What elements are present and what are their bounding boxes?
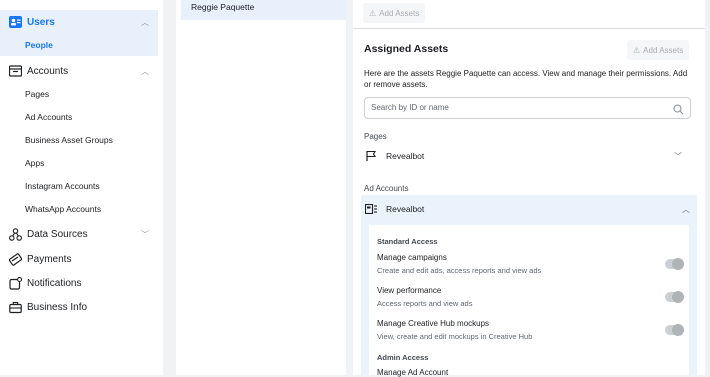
sidebar-item-whatsapp-accounts[interactable]: WhatsApp Accounts bbox=[25, 204, 101, 214]
permission-title: Manage Ad Account bbox=[377, 368, 449, 377]
admin-access-heading: Admin Access bbox=[377, 353, 429, 362]
chevron-down-icon[interactable]: ﹀ bbox=[674, 151, 682, 162]
data-sources-icon bbox=[8, 227, 22, 241]
list-item-selected[interactable]: Reggie Paquette bbox=[181, 0, 346, 20]
permission-desc: Access reports and view ads bbox=[377, 299, 473, 308]
ad-account-expanded: Revealbot ︿ Standard Access Manage campa… bbox=[361, 195, 697, 377]
sidebar-item-payments-label: Payments bbox=[27, 253, 72, 265]
add-assets-button[interactable]: ⚠ Add Assets bbox=[627, 40, 690, 60]
add-assets-top-button[interactable]: ⚠ Add Assets bbox=[363, 3, 426, 23]
warning-icon: ⚠ bbox=[369, 8, 377, 18]
search-icon bbox=[673, 102, 684, 120]
sidebar-item-notifications[interactable]: Notifications bbox=[8, 276, 81, 290]
ad-account-name: Revealbot bbox=[386, 204, 425, 214]
sidebar-item-apps[interactable]: Apps bbox=[25, 158, 44, 168]
search-input[interactable]: Search by ID or name bbox=[364, 97, 691, 119]
sidebar-item-users-label: Users bbox=[27, 16, 55, 28]
sidebar-item-instagram-accounts[interactable]: Instagram Accounts bbox=[25, 181, 100, 191]
detail-topbar: ⚠ Add Assets bbox=[353, 0, 705, 29]
sidebar-item-notifications-label: Notifications bbox=[27, 277, 82, 289]
ad-account-icon bbox=[364, 202, 378, 216]
sidebar-item-accounts-label: Accounts bbox=[27, 65, 69, 77]
add-assets-label: Add Assets bbox=[643, 45, 684, 55]
permission-title: Manage campaigns bbox=[377, 253, 447, 262]
assigned-assets-description: Here are the assets Reggie Paquette can … bbox=[364, 69, 688, 89]
chevron-down-icon[interactable]: ﹀ bbox=[141, 229, 149, 240]
add-assets-top-label: Add Assets bbox=[379, 8, 420, 18]
ad-account-row[interactable]: Revealbot ︿ bbox=[364, 200, 694, 218]
permission-title: View performance bbox=[377, 286, 442, 295]
chevron-up-icon[interactable]: ︿ bbox=[141, 17, 149, 28]
sidebar-item-pages[interactable]: Pages bbox=[25, 89, 49, 99]
people-list: Reggie Paquette bbox=[176, 0, 346, 375]
creative-hub-toggle[interactable] bbox=[665, 324, 684, 336]
payments-icon bbox=[8, 252, 22, 266]
assigned-assets-title: Assigned Assets bbox=[364, 43, 449, 55]
permission-desc: Create and edit ads, access reports and … bbox=[377, 266, 542, 275]
sidebar-item-people[interactable]: People bbox=[25, 40, 53, 50]
sidebar-item-business-asset-groups[interactable]: Business Asset Groups bbox=[25, 135, 113, 145]
search-placeholder: Search by ID or name bbox=[371, 103, 449, 112]
notifications-icon bbox=[8, 276, 22, 290]
permission-title: Manage Creative Hub mockups bbox=[377, 319, 490, 328]
sidebar-item-accounts[interactable]: Accounts bbox=[8, 64, 68, 78]
sidebar: Users ︿ People Accounts ︿ Pages Ad Accou… bbox=[0, 0, 163, 375]
sidebar-item-people-bg bbox=[0, 34, 158, 56]
sidebar-item-data-sources[interactable]: Data Sources bbox=[8, 227, 88, 241]
briefcase-icon bbox=[8, 300, 22, 314]
chevron-up-icon[interactable]: ︿ bbox=[682, 204, 690, 215]
sidebar-item-business-info-label: Business Info bbox=[27, 301, 88, 313]
person-name: Reggie Paquette bbox=[191, 2, 255, 12]
toggle-knob bbox=[672, 324, 684, 336]
standard-access-heading: Standard Access bbox=[377, 237, 438, 246]
sidebar-item-payments[interactable]: Payments bbox=[8, 252, 71, 266]
page-asset-row[interactable]: Revealbot ﹀ bbox=[364, 147, 694, 165]
users-icon bbox=[8, 15, 22, 29]
accounts-icon bbox=[8, 64, 22, 78]
manage-campaigns-toggle[interactable] bbox=[665, 258, 684, 270]
page-asset-name: Revealbot bbox=[386, 151, 425, 161]
sidebar-item-data-sources-label: Data Sources bbox=[27, 228, 88, 240]
ad-accounts-section-label: Ad Accounts bbox=[364, 184, 409, 193]
toggle-knob bbox=[672, 291, 684, 303]
sidebar-item-users[interactable]: Users bbox=[8, 15, 55, 29]
asset-detail-panel: ⚠ Add Assets Assigned Assets ⚠ Add Asset… bbox=[353, 0, 705, 377]
chevron-up-icon[interactable]: ︿ bbox=[141, 66, 149, 77]
pages-section-label: Pages bbox=[364, 132, 387, 141]
view-performance-toggle[interactable] bbox=[665, 291, 684, 303]
warning-icon: ⚠ bbox=[633, 45, 641, 55]
permissions-panel: Standard Access Manage campaigns Create … bbox=[369, 225, 689, 377]
sidebar-item-ad-accounts[interactable]: Ad Accounts bbox=[25, 112, 72, 122]
permission-desc: View, create and edit mockups in Creativ… bbox=[377, 332, 533, 341]
flag-icon bbox=[364, 149, 378, 163]
sidebar-item-business-info[interactable]: Business Info bbox=[8, 300, 87, 314]
toggle-knob bbox=[672, 258, 684, 270]
